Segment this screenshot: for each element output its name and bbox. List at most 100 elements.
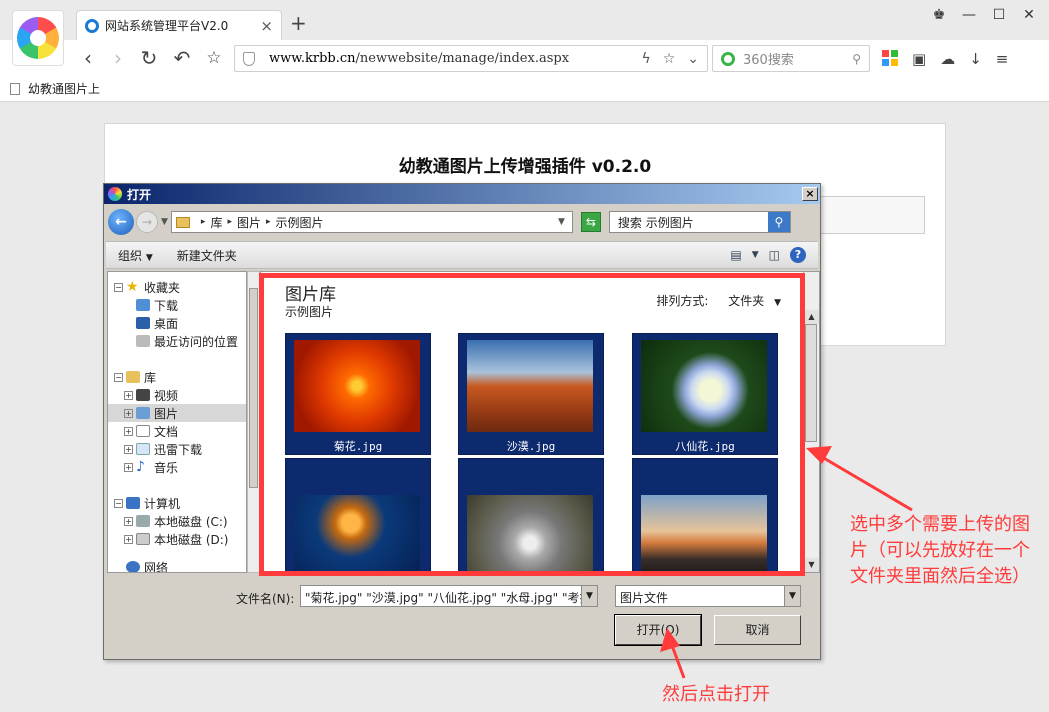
tree-computer[interactable]: − 计算机 (108, 494, 246, 512)
url-text[interactable]: www.krbb.cn/newwebsite/manage/index.aspx (269, 51, 629, 66)
downloads-folder-icon (136, 299, 150, 311)
help-icon[interactable]: ? (790, 247, 806, 263)
tree-favorites[interactable]: − ★ 收藏夹 (108, 278, 246, 296)
scroll-thumb[interactable] (249, 288, 258, 488)
history-dropdown-icon[interactable]: ▼ (161, 217, 168, 227)
expand-icon[interactable]: + (124, 426, 133, 436)
new-tab-button[interactable]: + (290, 13, 307, 33)
address-dropdown-icon[interactable]: ▼ (558, 217, 565, 227)
file-tile[interactable]: 菊花.jpg (285, 333, 431, 455)
file-tile[interactable] (285, 458, 431, 575)
breadcrumb-sample-pictures[interactable]: 示例图片 (276, 214, 324, 231)
tree-scrollbar[interactable] (247, 271, 260, 573)
breadcrumb[interactable]: ▸ 库 ▸ 图片 ▸ 示例图片 ▼ (170, 211, 573, 233)
favorite-star-icon[interactable]: ☆ (663, 51, 676, 67)
maximize-button[interactable]: ☐ (991, 7, 1007, 23)
tree-desktop[interactable]: 桌面 (108, 314, 246, 332)
filetype-select[interactable]: 图片文件 ▼ (615, 585, 801, 607)
bookmark-item[interactable]: 幼教通图片上 (28, 80, 100, 97)
expand-icon[interactable]: + (124, 444, 133, 454)
shirt-skin-icon[interactable]: ♚ (931, 7, 947, 23)
tab-close-button[interactable]: × (260, 17, 273, 35)
back-arrow-icon[interactable]: ← (108, 209, 134, 235)
file-tile[interactable]: 沙漠.jpg (458, 333, 604, 455)
chevron-down-icon[interactable]: ▼ (581, 586, 597, 606)
new-folder-button[interactable]: 新建文件夹 (177, 247, 237, 264)
minimize-button[interactable]: — (961, 7, 977, 23)
organize-menu[interactable]: 组织 ▼ (118, 247, 153, 264)
chevron-down-icon[interactable]: ▼ (774, 298, 781, 308)
preview-pane-icon[interactable]: ◫ (769, 248, 780, 262)
dialog-close-button[interactable]: × (802, 187, 818, 201)
sort-by[interactable]: 排列方式: 文件夹 ▼ (656, 292, 781, 309)
breadcrumb-pictures[interactable]: 图片 (237, 214, 261, 231)
lightning-icon[interactable]: ϟ (641, 51, 650, 67)
tree-disk-c[interactable]: + 本地磁盘 (C:) (108, 512, 246, 530)
expand-icon[interactable]: + (124, 462, 133, 472)
expand-icon[interactable]: + (124, 516, 133, 526)
tree-downloads[interactable]: 下载 (108, 296, 246, 314)
download-icon[interactable]: ↓ (969, 50, 982, 68)
file-list[interactable]: 图片库 示例图片 排列方式: 文件夹 ▼ 菊花.jpg 沙漠.jpg 八仙花.j… (260, 271, 820, 575)
address-bar[interactable]: www.krbb.cn/newwebsite/manage/index.aspx… (234, 45, 708, 72)
open-button[interactable]: 打开(O) (614, 614, 702, 646)
dialog-search-input[interactable]: 搜索 示例图片 ⚲ (608, 211, 791, 233)
breadcrumb-separator: ▸ (227, 217, 232, 227)
browser-logo-icon[interactable] (12, 10, 64, 66)
browser-tab[interactable]: 网站系统管理平台V2.0 × (76, 10, 282, 40)
forward-icon[interactable]: › (106, 46, 130, 70)
collapse-icon[interactable]: − (114, 498, 123, 508)
upload-field[interactable] (805, 196, 925, 234)
tree-thunder[interactable]: + 迅雷下载 (108, 440, 246, 458)
dialog-titlebar: 打开 × (104, 184, 820, 204)
undo-icon[interactable]: ↶ (170, 46, 194, 70)
pictures-icon (136, 407, 150, 419)
tree-disk-d[interactable]: + 本地磁盘 (D:) (108, 530, 246, 548)
back-icon[interactable]: ‹ (76, 46, 100, 70)
refresh-icon[interactable]: ⇆ (580, 212, 601, 232)
scroll-thumb[interactable] (805, 324, 817, 442)
page-title: 幼教通图片上传增强插件 v0.2.0 (398, 157, 652, 177)
file-tile[interactable] (458, 458, 604, 575)
menu-icon[interactable]: ≡ (996, 50, 1009, 68)
file-scrollbar[interactable]: ▲ ▼ (803, 272, 819, 572)
hydrangeas-image (641, 340, 767, 432)
view-dropdown-icon[interactable]: ▼ (752, 250, 759, 260)
breadcrumb-libraries[interactable]: 库 (210, 214, 222, 231)
search-icon[interactable]: ⚲ (767, 212, 790, 232)
file-tile[interactable]: 八仙花.jpg (632, 333, 778, 455)
tree-label: 本地磁盘 (D:) (154, 532, 229, 547)
scroll-up-icon[interactable]: ▲ (804, 310, 819, 324)
tree-pictures[interactable]: + 图片 (108, 404, 246, 422)
chevron-down-icon[interactable]: ▼ (784, 586, 800, 606)
file-tile[interactable] (632, 458, 778, 575)
collapse-icon[interactable]: − (114, 372, 123, 382)
expand-icon[interactable]: + (124, 534, 133, 544)
collapse-icon[interactable]: − (114, 282, 123, 292)
apps-icon[interactable] (882, 50, 898, 66)
refresh-icon[interactable]: ↻ (137, 46, 161, 70)
navigation-tree[interactable]: − ★ 收藏夹 下载 桌面 最近访问的位置 − 库 + 视频 + 图片 + 文档… (107, 271, 247, 573)
tree-videos[interactable]: + 视频 (108, 386, 246, 404)
close-window-button[interactable]: ✕ (1021, 7, 1037, 23)
search-box[interactable]: 360搜索 ⚲ (712, 45, 870, 72)
sort-value[interactable]: 文件夹 (728, 294, 764, 308)
screenshot-icon[interactable]: ▣ (912, 50, 926, 68)
tree-recent[interactable]: 最近访问的位置 (108, 332, 246, 350)
forward-arrow-icon[interactable]: → (136, 211, 158, 233)
search-icon[interactable]: ⚲ (852, 52, 861, 66)
tree-label: 最近访问的位置 (154, 334, 239, 349)
cancel-button[interactable]: 取消 (714, 615, 801, 645)
expand-icon[interactable]: + (124, 390, 133, 400)
tree-network[interactable]: 网络 (108, 558, 246, 572)
view-icon[interactable]: ▤ (730, 248, 741, 262)
scroll-down-icon[interactable]: ▼ (804, 558, 819, 572)
filename-input[interactable]: "菊花.jpg" "沙漠.jpg" "八仙花.jpg" "水母.jpg" "考拉… (300, 585, 598, 607)
tree-music[interactable]: + ♪ 音乐 (108, 458, 246, 476)
tree-documents[interactable]: + 文档 (108, 422, 246, 440)
chevron-down-icon[interactable]: ⌄ (687, 51, 699, 67)
tree-libraries[interactable]: − 库 (108, 368, 246, 386)
cloud-icon[interactable]: ☁ (940, 50, 955, 68)
star-icon[interactable]: ☆ (202, 46, 226, 70)
expand-icon[interactable]: + (124, 408, 133, 418)
